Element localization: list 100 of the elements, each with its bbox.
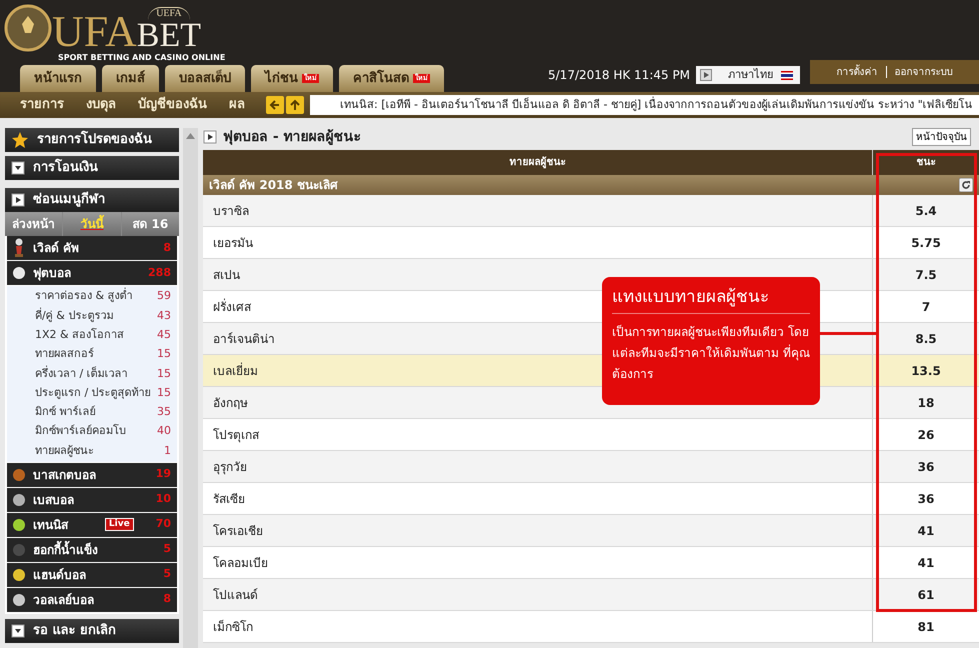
sport-item[interactable]: เทนนิส Live 70: [7, 512, 177, 537]
team-name: โคลอมเบีย: [213, 554, 268, 572]
odds-cell[interactable]: 26: [872, 419, 979, 450]
odds-row[interactable]: บราซิล 5.4: [203, 195, 979, 227]
pending-header[interactable]: รอ และ ยกเลิก: [5, 618, 179, 643]
odds-cell[interactable]: 18: [872, 387, 979, 418]
scrollbar[interactable]: [183, 128, 198, 648]
hide-menu-header[interactable]: ซ่อนเมนูกีฬา: [5, 188, 179, 212]
logo-brand-text: BET: [136, 20, 201, 52]
current-page-button[interactable]: หน้าปัจจุบัน: [912, 128, 971, 146]
page-title: ฟุตบอล - ทายผลผู้ชนะ: [223, 128, 363, 147]
account-link[interactable]: การตั้งค่า: [836, 64, 878, 80]
datetime-text: 5/17/2018 HK 11:45 PM: [548, 67, 690, 84]
odds-cell[interactable]: 36: [872, 483, 979, 514]
sport-item[interactable]: ฟุตบอล 288: [7, 261, 177, 285]
ball-icon: [13, 494, 25, 506]
nav-link[interactable]: ผล: [229, 95, 245, 115]
soccer-ball-logo-icon: [4, 4, 52, 52]
team-name: บราซิล: [213, 202, 249, 220]
market-item[interactable]: ราคาต่อรอง & สูงต่ำ 59: [7, 287, 177, 306]
odds-cell[interactable]: 5.4: [872, 195, 979, 226]
odds-row[interactable]: รัสเซีย 36: [203, 483, 979, 515]
odds-cell[interactable]: 41: [872, 547, 979, 578]
odds-row[interactable]: โครเอเชีย 41: [203, 515, 979, 547]
ball-icon: [13, 594, 25, 606]
odds-row[interactable]: โปรตุเกส 26: [203, 419, 979, 451]
odds-row[interactable]: เยอรมัน 5.75: [203, 227, 979, 259]
team-name: ฝรั่งเศส: [213, 298, 251, 316]
sport-item[interactable]: ฮอกกี้น้ำแข็ง 5: [7, 538, 177, 562]
odds-row[interactable]: อุรุกวัย 36: [203, 451, 979, 483]
sport-count: 10: [156, 491, 171, 508]
market-item[interactable]: มิกซ์พาร์เลย์คอมโบ 40: [7, 422, 177, 442]
odds-cell[interactable]: 7: [872, 291, 979, 322]
odds-cell[interactable]: 7.5: [872, 259, 979, 290]
odds-cell[interactable]: 41: [872, 515, 979, 546]
flag-icon: [781, 70, 794, 80]
logo-tagline: SPORT BETTING AND CASINO ONLINE: [58, 52, 226, 64]
market-item[interactable]: คี่/คู่ & ประตูรวม 43: [7, 306, 177, 326]
market-item[interactable]: ประตูแรก / ประตูสุดท้าย 15: [7, 383, 177, 403]
left-arrow-button[interactable]: [266, 96, 284, 114]
sport-count: 5: [163, 566, 171, 582]
period-tab[interactable]: ล่วงหน้า: [5, 212, 62, 236]
market-item[interactable]: ทายผลผู้ชนะ 1: [7, 441, 177, 461]
market-item[interactable]: ทายผลสกอร์ 15: [7, 344, 177, 364]
team-name: อาร์เจนติน่า: [213, 330, 275, 348]
odds-cell[interactable]: 36: [872, 451, 979, 482]
refresh-icon[interactable]: [959, 178, 973, 192]
sport-count: 8: [163, 591, 171, 608]
play-icon: [11, 193, 25, 207]
odds-cell[interactable]: 81: [872, 611, 979, 642]
ball-icon: [13, 518, 25, 531]
sport-count: 8: [163, 240, 171, 256]
live-badge: Live: [104, 518, 134, 532]
odds-cell[interactable]: 61: [872, 579, 979, 610]
account-link[interactable]: ออกจากระบบ: [894, 64, 952, 80]
team-name: เม็กซิโก: [213, 618, 253, 636]
odds-row[interactable]: เม็กซิโก 81: [203, 611, 979, 643]
sport-count: 5: [163, 541, 171, 558]
nav-link[interactable]: งบดุล: [86, 95, 116, 115]
nav-tab[interactable]: บอลสเต็ป: [165, 65, 245, 92]
market-item[interactable]: มิกซ์ พาร์เลย์ 35: [7, 402, 177, 422]
sport-count: 288: [148, 264, 171, 281]
sport-item[interactable]: บาสเกตบอล 19: [7, 462, 177, 487]
news-ticker: เทนนิส: [เอทีพี - อินเตอร์นาโชนาลี บีเอ็นแอล ดิ อิตาลี - ชายคู่] เนื่องจากการถอนตัวของผู้เล่นเดิมพันการแข่งขัน ระหว่าง "เฟลิเซียโน: [310, 95, 979, 115]
logo-crest-text: UEFA: [148, 7, 190, 20]
market-item[interactable]: 1X2 & สองโอกาส 45: [7, 326, 177, 345]
team-name: โปรตุเกส: [213, 426, 259, 444]
team-name: เยอรมัน: [213, 234, 253, 252]
sport-item[interactable]: แฮนด์บอล 5: [7, 562, 177, 587]
sport-item[interactable]: เวิลด์ คัพ 8: [7, 236, 177, 260]
market-item[interactable]: ครึ่งเวลา / เต็มเวลา 15: [7, 364, 177, 384]
sport-item[interactable]: เบสบอล 10: [7, 488, 177, 512]
play-icon: [700, 69, 712, 81]
team-name: อุรุกวัย: [213, 458, 247, 476]
nav-link[interactable]: รายการ: [20, 95, 64, 115]
ball-icon: [13, 544, 25, 556]
nav-tab[interactable]: เกมส์: [102, 65, 159, 92]
transfer-header[interactable]: การโอนเงิน: [5, 156, 179, 180]
group-header: เวิลด์ คัพ 2018 ชนะเลิศ: [203, 175, 979, 195]
trophy-icon: [13, 238, 25, 258]
ball-icon: [13, 568, 25, 581]
sport-count: 19: [156, 466, 171, 482]
logo-brand-text: UFA: [52, 12, 137, 52]
ball-icon: [13, 267, 25, 279]
play-icon: [203, 130, 217, 144]
expand-icon: [11, 161, 25, 175]
expand-icon: [11, 624, 25, 638]
odds-cell[interactable]: 5.75: [872, 227, 979, 258]
up-arrow-button[interactable]: [286, 96, 304, 114]
nav-tab[interactable]: หน้าแรก: [20, 65, 96, 92]
team-name: อังกฤษ: [213, 394, 248, 412]
odds-cell[interactable]: 13.5: [872, 355, 979, 386]
odds-row[interactable]: โคลอมเบีย 41: [203, 547, 979, 579]
nav-link[interactable]: บัญชีของฉัน: [138, 95, 207, 115]
favorites-header[interactable]: รายการโปรดของฉัน: [5, 128, 179, 152]
sport-item[interactable]: วอลเลย์บอล 8: [7, 588, 177, 612]
team-name: สเปน: [213, 266, 240, 284]
team-name: โครเอเชีย: [213, 522, 263, 540]
language-selector[interactable]: ภาษาไทย: [696, 66, 800, 84]
odds-row[interactable]: โปแลนด์ 61: [203, 579, 979, 611]
